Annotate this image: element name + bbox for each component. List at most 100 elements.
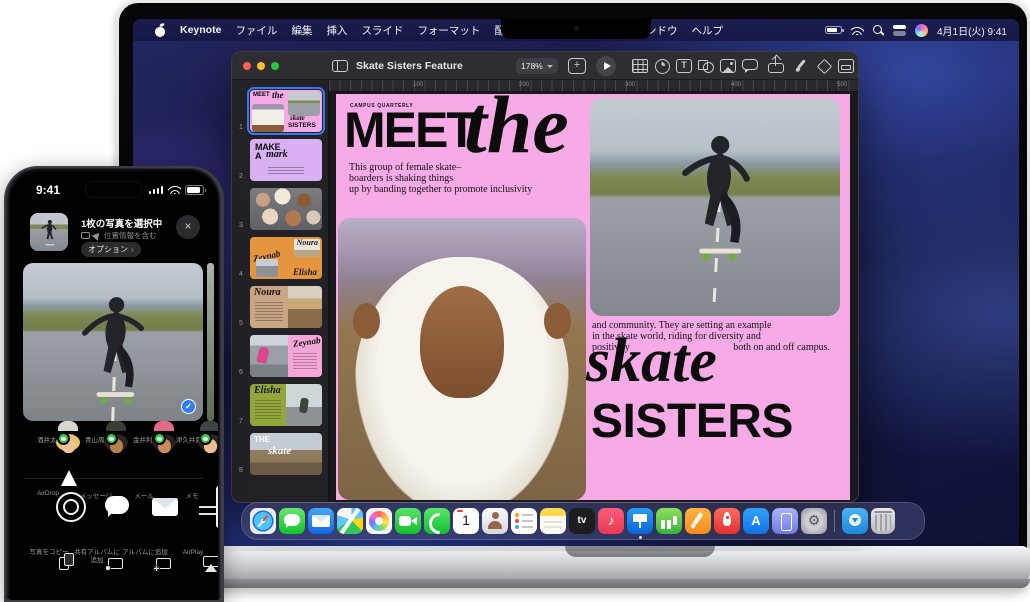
menu-app-name[interactable]: Keynote <box>180 24 221 36</box>
dock-keynote-icon[interactable] <box>627 508 653 534</box>
action-airplay[interactable]: AirPlay <box>169 545 217 557</box>
slide-thumbnail-8[interactable]: THE skate <box>250 433 322 475</box>
slide-thumbnail-6[interactable]: Zeynab <box>250 335 322 377</box>
calendar-day: 1 <box>453 512 479 528</box>
share-photo-thumbnail[interactable] <box>30 213 68 251</box>
play-button[interactable] <box>596 56 616 76</box>
chart-icon[interactable] <box>654 59 670 73</box>
dock-reminders-icon[interactable] <box>511 508 537 534</box>
apple-menu-icon[interactable] <box>155 24 166 37</box>
share-icon[interactable] <box>768 63 784 73</box>
slide-closer-script[interactable]: skate <box>586 326 717 397</box>
menu-edit[interactable]: 編集 <box>291 23 312 38</box>
battery-icon[interactable] <box>825 26 842 35</box>
slide-headline-script[interactable]: the <box>464 94 569 172</box>
slide-thumbnail-2[interactable]: MAKE A mark <box>250 139 322 181</box>
action-copy-photo[interactable]: 写真をコピー <box>25 545 73 557</box>
contact-suggestion[interactable]: 津久井夏子 <box>169 431 215 444</box>
contact-suggestion[interactable]: 青山周平 <box>75 431 121 444</box>
action-add-shared-album[interactable]: 共有アルバムに追加 <box>73 545 121 565</box>
slide-thumbnail-5[interactable]: Noura <box>250 286 322 328</box>
slide-thumbnail-3[interactable] <box>250 188 322 230</box>
action-label: アルバムに追加 <box>121 549 169 557</box>
dock-trash-icon[interactable] <box>871 508 895 534</box>
format-brush-icon[interactable] <box>794 59 810 73</box>
slide-number: 2 <box>239 173 243 180</box>
photo-format-icon <box>81 232 90 239</box>
dock-pages-icon[interactable] <box>685 508 711 534</box>
ruler-mark: 100 <box>413 82 423 88</box>
table-icon[interactable] <box>632 59 648 73</box>
animate-icon[interactable] <box>816 59 832 73</box>
dock-contacts-icon[interactable] <box>482 508 508 534</box>
fullscreen-window-button[interactable] <box>271 62 279 70</box>
dock-maps-icon[interactable] <box>337 508 363 534</box>
slide-headline[interactable]: MEET <box>344 107 475 155</box>
dock-calendar-icon[interactable]: 1 <box>453 508 479 534</box>
control-center-icon[interactable] <box>893 25 906 36</box>
dock-iphone-mirroring-icon[interactable] <box>772 508 798 534</box>
menu-slide[interactable]: スライド <box>361 23 403 38</box>
siri-icon[interactable] <box>915 24 928 37</box>
dock-appstore-icon[interactable]: A <box>743 508 769 534</box>
dock-numbers-icon[interactable] <box>656 508 682 534</box>
menu-file[interactable]: ファイル <box>235 23 277 38</box>
close-window-button[interactable] <box>243 62 251 70</box>
location-arrow-icon <box>92 230 103 241</box>
dock-photos-icon[interactable] <box>366 508 392 534</box>
minimize-window-button[interactable] <box>257 62 265 70</box>
slide-thumbnail-4[interactable]: Noura Zeynab Elisha <box>250 237 322 279</box>
share-target-airdrop[interactable]: AirDrop <box>24 486 72 497</box>
dock-music-icon[interactable]: ♪ <box>598 508 624 534</box>
dock-mail-icon[interactable] <box>308 508 334 534</box>
share-target-notes[interactable]: メモ <box>168 486 216 500</box>
dock-launchpad-icon[interactable] <box>714 508 740 534</box>
menu-help[interactable]: ヘルプ <box>692 23 724 38</box>
add-slide-button[interactable]: + <box>568 58 586 74</box>
text-icon[interactable]: T <box>676 59 692 73</box>
selected-check-badge: ✓ <box>181 399 196 414</box>
selected-photo-preview[interactable]: ✓ <box>23 263 203 421</box>
menu-format[interactable]: フォーマット <box>417 23 480 38</box>
shape-icon[interactable] <box>698 59 714 73</box>
share-target-messages[interactable]: メッセージ <box>72 486 120 500</box>
slide-number: 6 <box>239 369 243 376</box>
dock-safari-icon[interactable] <box>250 508 276 534</box>
slide-thumbnail-1[interactable]: MEET the skate SISTERS <box>250 90 322 132</box>
thumb-paragraph <box>268 167 304 176</box>
action-add-to-album[interactable]: アルバムに追加 <box>121 545 169 557</box>
slide-photo-portrait[interactable] <box>338 218 586 500</box>
iphone-status-time: 9:41 <box>36 183 60 197</box>
next-photo-edge[interactable] <box>207 263 214 421</box>
current-slide[interactable]: CAMPUS QUARTERLY MEET the This group of … <box>336 94 850 500</box>
wifi-icon[interactable] <box>851 26 864 35</box>
slide-number: 1 <box>239 124 243 131</box>
contact-suggestion[interactable]: 金井利香 <box>123 431 169 444</box>
slide-photo-skater[interactable] <box>590 98 840 316</box>
close-button[interactable]: × <box>176 215 200 239</box>
dock-phone-icon[interactable] <box>424 508 450 534</box>
dock-downloads-icon[interactable] <box>842 508 868 534</box>
dock-messages-icon[interactable] <box>279 508 305 534</box>
spotlight-icon[interactable] <box>873 25 884 36</box>
contact-suggestion[interactable]: 酒井太一 <box>27 431 73 444</box>
dock-settings-icon[interactable]: ⚙ <box>801 508 827 534</box>
slide-closer[interactable]: SISTERS <box>591 394 793 449</box>
menu-insert[interactable]: 挿入 <box>326 23 347 38</box>
share-target-mail[interactable]: メール <box>120 486 168 500</box>
slide-thumbnail-7[interactable]: Elisha <box>250 384 322 426</box>
comment-icon[interactable] <box>742 59 758 70</box>
menu-clock[interactable]: 4月1日(火) 9:41 <box>937 23 1007 38</box>
slide-row-3: 3 <box>232 188 328 234</box>
options-button[interactable]: オプション › <box>81 242 141 257</box>
document-settings-icon[interactable] <box>838 59 854 73</box>
thumb-text: SISTERS <box>288 122 316 129</box>
dock-tv-icon[interactable]: tv <box>569 508 595 534</box>
zoom-dropdown[interactable]: 178% <box>516 58 558 74</box>
sidebar-toggle-icon[interactable] <box>332 60 348 72</box>
dock-facetime-icon[interactable] <box>395 508 421 534</box>
dock-notes-icon[interactable] <box>540 508 566 534</box>
divider <box>24 478 204 479</box>
keynote-titlebar[interactable]: Skate Sisters Feature 178% + T <box>232 52 858 80</box>
media-icon[interactable] <box>720 59 736 73</box>
